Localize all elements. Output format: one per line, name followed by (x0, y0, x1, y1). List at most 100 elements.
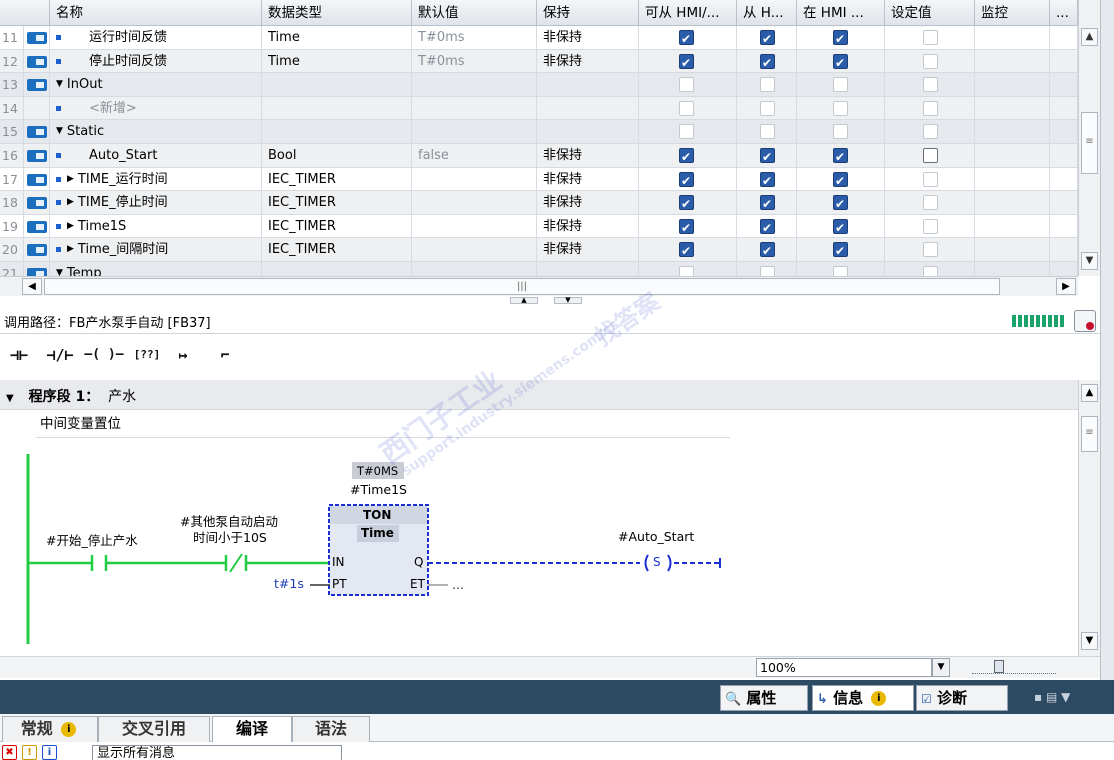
hmi1-checkbox[interactable] (679, 240, 694, 261)
contact1-label[interactable]: #开始_停止产水 (46, 530, 138, 549)
var-retain-cell[interactable]: 非保持 (537, 167, 639, 191)
var-name-cell[interactable]: ▶ Time1S (50, 214, 262, 238)
hmi2-checkbox[interactable] (760, 170, 775, 190)
var-default-cell[interactable]: T#0ms (412, 26, 537, 49)
hmi1-checkbox[interactable] (679, 193, 694, 214)
hmi2-checkbox[interactable] (760, 28, 775, 49)
var-name-cell[interactable]: ▶ Time_间隔时间 (50, 238, 262, 261)
hmi3-checkbox[interactable] (833, 240, 848, 261)
table-row[interactable]: 18 ▶ TIME_停止时间 IEC_TIMER 非保持 (0, 191, 1078, 215)
var-name-cell[interactable]: <新增> (50, 96, 262, 120)
table-vertical-scrollbar[interactable]: ▲ ≡ ▼ (1078, 0, 1100, 276)
var-retain-cell[interactable] (537, 73, 639, 96)
var-retain-cell[interactable]: 非保持 (537, 214, 639, 238)
var-default-cell[interactable]: T#0ms (412, 49, 537, 73)
var-default-cell[interactable]: false (412, 144, 537, 167)
set-checkbox[interactable] (923, 124, 938, 140)
info-filter-icon[interactable]: i (42, 745, 57, 760)
var-retain-cell[interactable]: 非保持 (537, 191, 639, 214)
expand-struct-icon[interactable]: ▶ (67, 215, 74, 238)
set-checkbox[interactable] (923, 148, 938, 163)
var-retain-cell[interactable]: 非保持 (537, 238, 639, 261)
timer-datatype-label[interactable]: Time (361, 526, 394, 540)
table-row[interactable]: 13 ▼ InOut (0, 73, 1078, 97)
tab-properties[interactable]: 🔍 属性 (720, 685, 808, 711)
set-checkbox[interactable] (923, 242, 938, 258)
var-default-cell[interactable] (412, 167, 537, 191)
var-name-cell[interactable]: ▶ TIME_停止时间 (50, 191, 262, 214)
col-header-hmi-writable[interactable]: 从 H... (737, 0, 797, 26)
network-scroll-thumb[interactable]: ≡ (1081, 416, 1098, 452)
var-datatype-cell[interactable] (262, 120, 412, 143)
col-header-default[interactable]: 默认值 (412, 0, 537, 26)
tab-info[interactable]: ↳ 信息 i (812, 685, 914, 711)
message-filter-select[interactable]: 显示所有消息 (92, 745, 342, 760)
var-name-cell[interactable]: 运行时间反馈 (50, 26, 262, 49)
zoom-input[interactable]: 100% (756, 658, 932, 677)
var-datatype-cell[interactable]: Time (262, 26, 412, 49)
table-row[interactable]: 12 停止时间反馈 Time T#0ms 非保持 (0, 49, 1078, 74)
hmi2-checkbox[interactable] (760, 193, 775, 214)
zoom-slider[interactable] (972, 660, 1056, 674)
var-datatype-cell[interactable]: IEC_TIMER (262, 167, 412, 191)
network-scroll-down-button[interactable]: ▼ (1081, 632, 1098, 650)
network-scroll-up-button[interactable]: ▲ (1081, 384, 1098, 402)
var-default-cell[interactable] (412, 238, 537, 261)
hmi2-checkbox[interactable] (760, 146, 775, 167)
hmi2-checkbox[interactable] (760, 124, 775, 140)
col-header-hmi-visible[interactable]: 在 HMI ... (797, 0, 885, 26)
var-name-cell[interactable]: ▼ InOut (50, 73, 262, 96)
set-checkbox[interactable] (923, 77, 938, 93)
hmi3-checkbox[interactable] (833, 146, 848, 167)
expand-struct-icon[interactable]: ▶ (67, 168, 74, 191)
var-retain-cell[interactable]: 非保持 (537, 49, 639, 73)
timer-instance-label[interactable]: #Time1S (350, 482, 407, 497)
table-horizontal-scrollbar[interactable]: ◀ ||| ▶ (0, 276, 1078, 296)
set-checkbox[interactable] (923, 30, 938, 45)
table-row[interactable]: 21 ▼ Temp (0, 262, 1078, 276)
contact-start-stop[interactable] (90, 555, 108, 571)
contact2-label-line2[interactable]: 时间小于10S (193, 527, 267, 546)
close-branch-icon[interactable]: ⌐ (212, 344, 238, 368)
table-row[interactable]: 14 <新增> (0, 96, 1078, 121)
zoom-dropdown-icon[interactable]: ▼ (932, 658, 950, 677)
collapse-down-icon[interactable]: ▼ (554, 297, 582, 304)
col-header-datatype[interactable]: 数据类型 (262, 0, 412, 26)
var-datatype-cell[interactable]: IEC_TIMER (262, 238, 412, 261)
splitter[interactable]: ▲ ▼ (0, 296, 1100, 306)
pt-value-label[interactable]: t#1s (274, 576, 304, 591)
var-retain-cell[interactable]: 非保持 (537, 26, 639, 49)
var-datatype-cell[interactable] (262, 262, 412, 276)
empty-box-icon[interactable]: [??] (132, 344, 162, 368)
hmi2-checkbox[interactable] (760, 240, 775, 261)
var-name-cell[interactable]: ▼ Temp (50, 262, 262, 276)
contact-nc-other-pump[interactable] (224, 553, 248, 573)
table-row[interactable]: 16 Auto_Start Bool false 非保持 (0, 144, 1078, 168)
hmi3-checkbox[interactable] (833, 100, 848, 116)
expand-struct-icon[interactable]: ▶ (67, 191, 74, 214)
hmi1-checkbox[interactable] (679, 146, 694, 167)
var-retain-cell[interactable] (537, 96, 639, 120)
table-row[interactable]: 19 ▶ Time1S IEC_TIMER 非保持 (0, 214, 1078, 239)
hmi2-checkbox[interactable] (760, 52, 775, 72)
subtab-syntax[interactable]: 语法 (292, 716, 370, 742)
col-header-more[interactable]: ... (1050, 0, 1078, 26)
hmi1-checkbox[interactable] (679, 52, 694, 72)
scroll-up-button[interactable]: ▲ (1081, 28, 1098, 46)
nc-contact-icon[interactable]: ⊣/⊢ (40, 344, 80, 368)
collapse-section-icon[interactable]: ▼ (56, 262, 63, 276)
tab-diagnostics[interactable]: ☑ 诊断 (916, 685, 1008, 711)
var-default-cell[interactable] (412, 214, 537, 238)
hmi1-checkbox[interactable] (679, 217, 694, 237)
hmi2-checkbox[interactable] (760, 217, 775, 237)
var-datatype-cell[interactable] (262, 96, 412, 120)
col-header-name[interactable]: 名称 (50, 0, 262, 26)
warning-filter-icon[interactable]: ! (22, 745, 37, 760)
var-default-cell[interactable] (412, 262, 537, 276)
hmi3-checkbox[interactable] (833, 77, 848, 93)
hmi3-checkbox[interactable] (833, 217, 848, 237)
hmi1-checkbox[interactable] (679, 124, 694, 140)
collapse-section-icon[interactable]: ▼ (56, 73, 63, 96)
hmi3-checkbox[interactable] (833, 266, 848, 276)
var-name-cell[interactable]: ▼ Static (50, 120, 262, 143)
